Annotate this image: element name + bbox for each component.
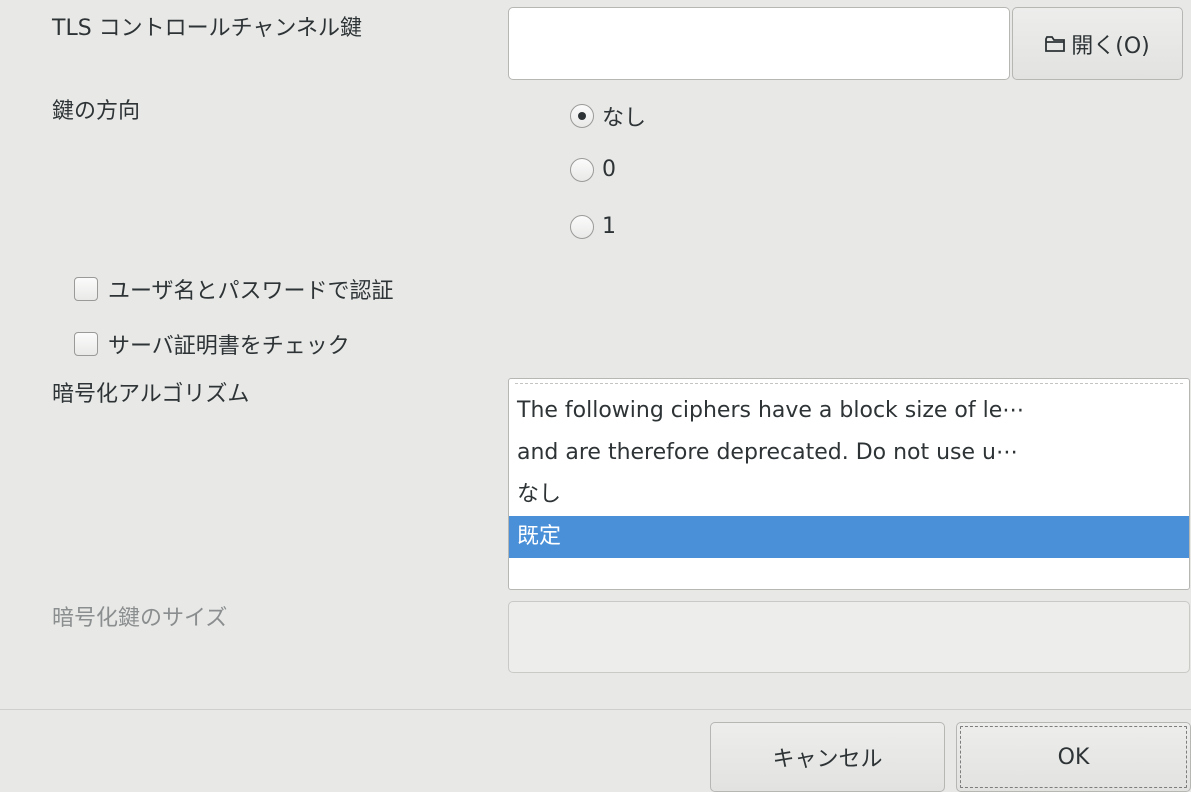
checkbox-label: サーバ証明書をチェック: [108, 334, 350, 359]
key-direction-option-none[interactable]: なし: [570, 100, 646, 132]
radio-button[interactable]: [570, 214, 594, 239]
cipher-list-item-selected[interactable]: 既定: [509, 516, 1189, 558]
footer-separator: [0, 709, 1191, 710]
radio-label: 1: [602, 214, 616, 239]
ok-button[interactable]: OK: [956, 722, 1191, 792]
cipher-list[interactable]: The following ciphers have a block size …: [508, 378, 1190, 590]
cancel-button[interactable]: キャンセル: [710, 722, 945, 792]
checkbox-box[interactable]: [74, 332, 98, 356]
radio-label: 0: [602, 157, 616, 182]
tls-key-field[interactable]: [508, 7, 1010, 80]
radio-selected-dot: [578, 112, 586, 120]
list-scroll-indicator: [515, 383, 1183, 390]
radio-label: なし: [602, 106, 647, 131]
cipher-list-item[interactable]: and are therefore deprecated. Do not use…: [509, 432, 1189, 474]
key-size-field[interactable]: [508, 601, 1190, 673]
key-direction-label: 鍵の方向: [52, 99, 141, 124]
checkbox-label: ユーザ名とパスワードで認証: [108, 279, 394, 304]
radio-button[interactable]: [570, 157, 594, 182]
cancel-button-label: キャンセル: [772, 747, 883, 772]
ok-button-label: OK: [1057, 744, 1090, 770]
key-direction-option-0[interactable]: 0: [570, 157, 616, 182]
check-server-cert-checkbox[interactable]: サーバ証明書をチェック: [74, 328, 350, 360]
auth-username-password-checkbox[interactable]: ユーザ名とパスワードで認証: [74, 273, 394, 305]
key-size-label: 暗号化鍵のサイズ: [52, 606, 228, 631]
key-direction-option-1[interactable]: 1: [570, 214, 616, 239]
checkbox-box[interactable]: [74, 277, 98, 301]
folder-icon: [1045, 35, 1066, 53]
cipher-list-item[interactable]: The following ciphers have a block size …: [509, 390, 1189, 432]
open-button-label: 開く(O): [1071, 33, 1150, 59]
radio-button[interactable]: [570, 104, 594, 128]
cipher-label: 暗号化アルゴリズム: [52, 382, 250, 407]
tls-key-label: TLS コントロールチャンネル鍵: [52, 16, 362, 41]
open-button[interactable]: 開く(O): [1012, 7, 1183, 80]
cipher-list-item[interactable]: なし: [509, 474, 1189, 516]
